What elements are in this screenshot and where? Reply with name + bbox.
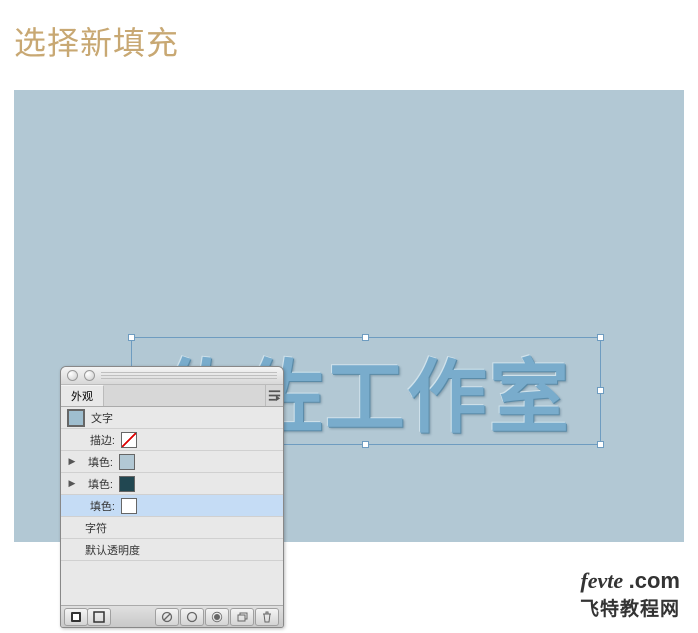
- stroke-swatch-none-icon[interactable]: [121, 432, 137, 448]
- duplicate-item-button[interactable]: [230, 608, 254, 626]
- watermark-url-part2: .com: [629, 568, 680, 593]
- delete-item-button[interactable]: [255, 608, 279, 626]
- selection-handle-middle-right[interactable]: [597, 387, 604, 394]
- reduce-to-basic-button[interactable]: [180, 608, 204, 626]
- appearance-row-fill-1[interactable]: ▶ 填色:: [61, 451, 283, 473]
- selection-handle-top-middle[interactable]: [362, 334, 369, 341]
- panel-body: 文字 描边: ▶ 填色: ▶ 填色: 填色: 字符 默认透明: [61, 407, 283, 605]
- appearance-row-stroke[interactable]: 描边:: [61, 429, 283, 451]
- panel-flyout-menu-icon[interactable]: [265, 385, 283, 406]
- fill-1-swatch[interactable]: [119, 454, 135, 470]
- close-window-icon[interactable]: [67, 370, 78, 381]
- appearance-row-fill-3[interactable]: 填色:: [61, 495, 283, 517]
- panel-footer: [61, 605, 283, 627]
- selection-handle-top-right[interactable]: [597, 334, 604, 341]
- default-opacity-label: 默认透明度: [85, 542, 140, 558]
- new-stroke-button[interactable]: [64, 608, 88, 626]
- appearance-row-default-opacity[interactable]: 默认透明度: [61, 539, 283, 561]
- appearance-row-characters[interactable]: 字符: [61, 517, 283, 539]
- selection-handle-bottom-middle[interactable]: [362, 441, 369, 448]
- type-row-label: 文字: [91, 410, 113, 426]
- watermark: fevte .com 飞特教程网: [580, 568, 680, 621]
- new-fill-button[interactable]: [87, 608, 111, 626]
- watermark-site-name: 飞特教程网: [580, 594, 680, 621]
- panel-tab-bar: 外观: [61, 385, 283, 407]
- panel-titlebar[interactable]: [61, 367, 283, 385]
- appearance-row-fill-2[interactable]: ▶ 填色:: [61, 473, 283, 495]
- watermark-url: fevte .com: [580, 568, 680, 594]
- characters-label: 字符: [85, 520, 107, 536]
- fill-3-label: 填色:: [85, 498, 115, 514]
- panel-empty-area: [61, 561, 283, 605]
- add-effect-button[interactable]: [205, 608, 229, 626]
- fill-3-swatch[interactable]: [121, 498, 137, 514]
- tab-appearance[interactable]: 外观: [61, 385, 104, 406]
- appearance-row-type[interactable]: 文字: [61, 407, 283, 429]
- appearance-panel[interactable]: 外观 文字 描边: ▶ 填色: ▶ 填色: 填色:: [60, 366, 284, 628]
- disclosure-triangle-icon[interactable]: ▶: [67, 478, 77, 489]
- titlebar-grip[interactable]: [101, 372, 277, 380]
- selection-handle-top-left[interactable]: [128, 334, 135, 341]
- type-thumbnail-icon: [67, 409, 85, 427]
- watermark-url-part1: fevte: [580, 568, 623, 593]
- fill-2-swatch[interactable]: [119, 476, 135, 492]
- fill-1-label: 填色:: [83, 454, 113, 470]
- disclosure-triangle-icon[interactable]: ▶: [67, 456, 77, 467]
- fill-2-label: 填色:: [83, 476, 113, 492]
- stroke-label: 描边:: [85, 432, 115, 448]
- page-heading: 选择新填充: [14, 18, 179, 64]
- clear-appearance-button[interactable]: [155, 608, 179, 626]
- selection-handle-bottom-right[interactable]: [597, 441, 604, 448]
- minimize-window-icon[interactable]: [84, 370, 95, 381]
